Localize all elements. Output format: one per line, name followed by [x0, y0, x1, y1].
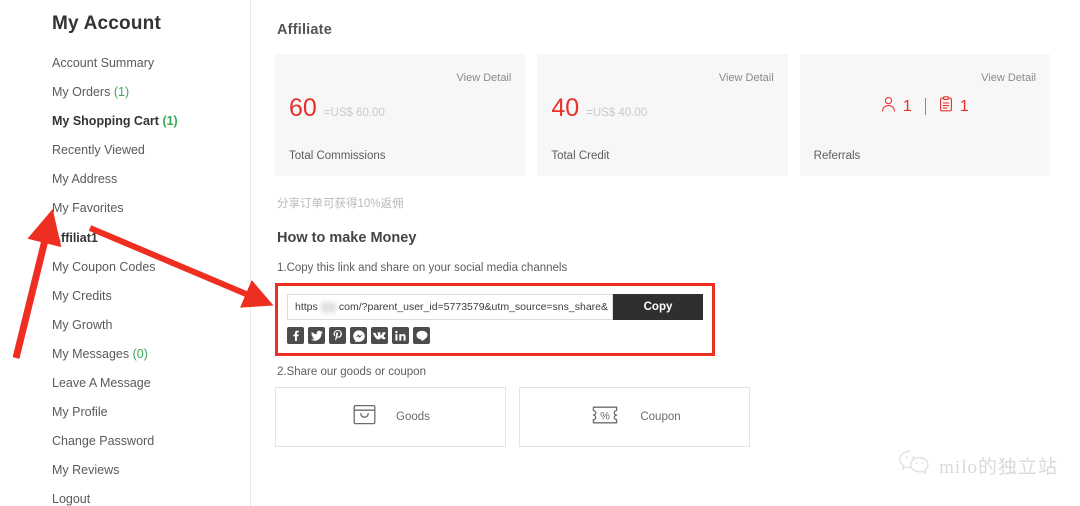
- referrals-label: Referrals: [813, 150, 861, 162]
- person-icon: [881, 96, 896, 117]
- sidebar-item-label: My Profile: [52, 405, 108, 420]
- credit-label: Total Credit: [551, 150, 610, 162]
- redacted-domain: [320, 301, 336, 313]
- clipboard-icon: [939, 96, 953, 117]
- link-prefix: https: [295, 301, 318, 313]
- sidebar-item-label: My Orders: [52, 85, 111, 100]
- share-target-cards: Goods % Coupon: [275, 387, 1050, 447]
- step-one-text: 1.Copy this link and share on your socia…: [277, 262, 568, 274]
- commissions-usd: =US$ 60.00: [323, 107, 385, 119]
- sidebar-item-label: My Address: [52, 172, 118, 187]
- social-share-row: [287, 327, 703, 344]
- stat-card-referrals: View Detail 1 1 Referrals: [799, 54, 1050, 176]
- twitter-icon[interactable]: [308, 327, 325, 344]
- account-sidebar: My Account Account Summary My Orders (1) M…: [0, 0, 251, 506]
- sidebar-item-my-reviews[interactable]: My Reviews: [52, 464, 250, 477]
- stat-cards: View Detail 60 =US$ 60.00 Total Commissi…: [275, 54, 1050, 176]
- sidebar-item-leave-a-message[interactable]: Leave A Message: [52, 377, 250, 390]
- view-detail-link-credit[interactable]: View Detail: [719, 72, 774, 84]
- referral-orders-count: 1: [959, 97, 969, 115]
- pinterest-icon[interactable]: [329, 327, 346, 344]
- howto-heading: How to make Money: [277, 230, 417, 246]
- sidebar-item-my-messages[interactable]: My Messages (0): [52, 348, 250, 361]
- link-suffix: com/?parent_user_id=5773579&utm_source=s…: [338, 301, 608, 313]
- sidebar-item-label: Change Password: [52, 434, 155, 449]
- referrals-value-row: 1 1: [800, 96, 1050, 117]
- sidebar-item-label: My Growth: [52, 317, 113, 332]
- sidebar-item-change-password[interactable]: Change Password: [52, 435, 250, 448]
- sidebar-item-my-shopping-cart[interactable]: My Shopping Cart (1): [52, 115, 250, 128]
- share-link-box: https com/?parent_user_id=5773579&utm_so…: [275, 283, 715, 356]
- line-icon[interactable]: [413, 327, 430, 344]
- sidebar-item-count: (1): [162, 114, 178, 129]
- watermark: milo的独立站: [898, 449, 1058, 482]
- referral-people-group: 1: [881, 96, 912, 117]
- commissions-value: 60: [289, 94, 317, 122]
- sidebar-item-count: (0): [132, 346, 148, 361]
- view-detail-link-commissions[interactable]: View Detail: [457, 72, 512, 84]
- sidebar-item-label: My Reviews: [52, 463, 120, 478]
- sidebar-item-logout[interactable]: Logout: [52, 493, 250, 506]
- link-row: https com/?parent_user_id=5773579&utm_so…: [287, 294, 703, 320]
- sidebar-item-my-orders[interactable]: My Orders (1): [52, 86, 250, 99]
- credit-value: 40: [551, 94, 580, 122]
- referral-link-input[interactable]: https com/?parent_user_id=5773579&utm_so…: [287, 294, 613, 320]
- affiliate-page: My Account Account Summary My Orders (1) M…: [0, 0, 1080, 506]
- commissions-value-row: 60 =US$ 60.00: [289, 96, 385, 121]
- referral-divider: [924, 98, 926, 115]
- affiliate-content: Affiliate View Detail 60 =US$ 60.00 Tota…: [251, 0, 1080, 506]
- watermark-text: milo的独立站: [939, 457, 1058, 478]
- stat-card-total-commissions: View Detail 60 =US$ 60.00 Total Commissi…: [275, 54, 526, 176]
- linkedin-icon[interactable]: [392, 327, 409, 344]
- share-card-goods[interactable]: Goods: [275, 387, 506, 447]
- sidebar-item-label: Affiliat1: [52, 230, 98, 245]
- sidebar-item-label: My Messages: [52, 346, 130, 361]
- view-detail-link-referrals[interactable]: View Detail: [981, 72, 1036, 84]
- sidebar-item-my-address[interactable]: My Address: [52, 173, 250, 186]
- account-nav: Account Summary My Orders (1) My Shopping …: [52, 57, 250, 506]
- sidebar-item-account-summary[interactable]: Account Summary: [52, 57, 250, 70]
- facebook-icon[interactable]: [287, 327, 304, 344]
- sidebar-item-my-credits[interactable]: My Credits: [52, 290, 250, 303]
- shopping-bag-icon: [351, 401, 378, 433]
- percent-ticket-icon: %: [588, 403, 622, 432]
- stat-card-total-credit: View Detail 40 =US$ 40.00 Total Credit: [537, 54, 788, 176]
- sidebar-item-label: My Shopping Cart: [52, 114, 159, 129]
- sidebar-item-count: (1): [113, 85, 130, 100]
- sidebar-item-my-favorites[interactable]: My Favorites: [52, 202, 250, 215]
- share-card-goods-label: Goods: [396, 411, 430, 423]
- credit-usd: =US$ 40.00: [586, 107, 648, 119]
- wechat-icon: [898, 449, 932, 482]
- messenger-icon[interactable]: [350, 327, 367, 344]
- sidebar-item-label: Leave A Message: [52, 376, 151, 391]
- sidebar-item-recently-viewed[interactable]: Recently Viewed: [52, 144, 250, 157]
- vk-icon[interactable]: [371, 327, 388, 344]
- sidebar-item-my-growth[interactable]: My Growth: [52, 319, 250, 332]
- share-card-coupon[interactable]: % Coupon: [519, 387, 750, 447]
- sidebar-item-label: Recently Viewed: [52, 143, 145, 158]
- sidebar-item-affiliat1[interactable]: Affiliat1: [52, 230, 250, 245]
- sidebar-item-label: My Coupon Codes: [52, 259, 156, 274]
- sidebar-item-label: Account Summary: [52, 56, 155, 70]
- section-heading-affiliate: Affiliate: [277, 22, 332, 38]
- copy-button[interactable]: Copy: [613, 294, 703, 320]
- credit-value-row: 40 =US$ 40.00: [551, 96, 647, 121]
- step-two-text: 2.Share our goods or coupon: [277, 366, 426, 378]
- page-title: My Account: [52, 13, 161, 34]
- sidebar-item-my-profile[interactable]: My Profile: [52, 406, 250, 419]
- referral-orders-group: 1: [939, 96, 969, 117]
- referral-people-count: 1: [902, 97, 912, 115]
- svg-text:%: %: [600, 410, 610, 422]
- promo-note: 分享订单可获得10%返佣: [277, 198, 404, 210]
- sidebar-item-label: Logout: [52, 492, 91, 506]
- sidebar-item-label: My Favorites: [52, 201, 124, 216]
- share-card-coupon-label: Coupon: [640, 411, 681, 423]
- sidebar-item-my-coupon-codes[interactable]: My Coupon Codes: [52, 259, 250, 274]
- sidebar-item-label: My Credits: [52, 288, 112, 303]
- commissions-label: Total Commissions: [289, 150, 386, 162]
